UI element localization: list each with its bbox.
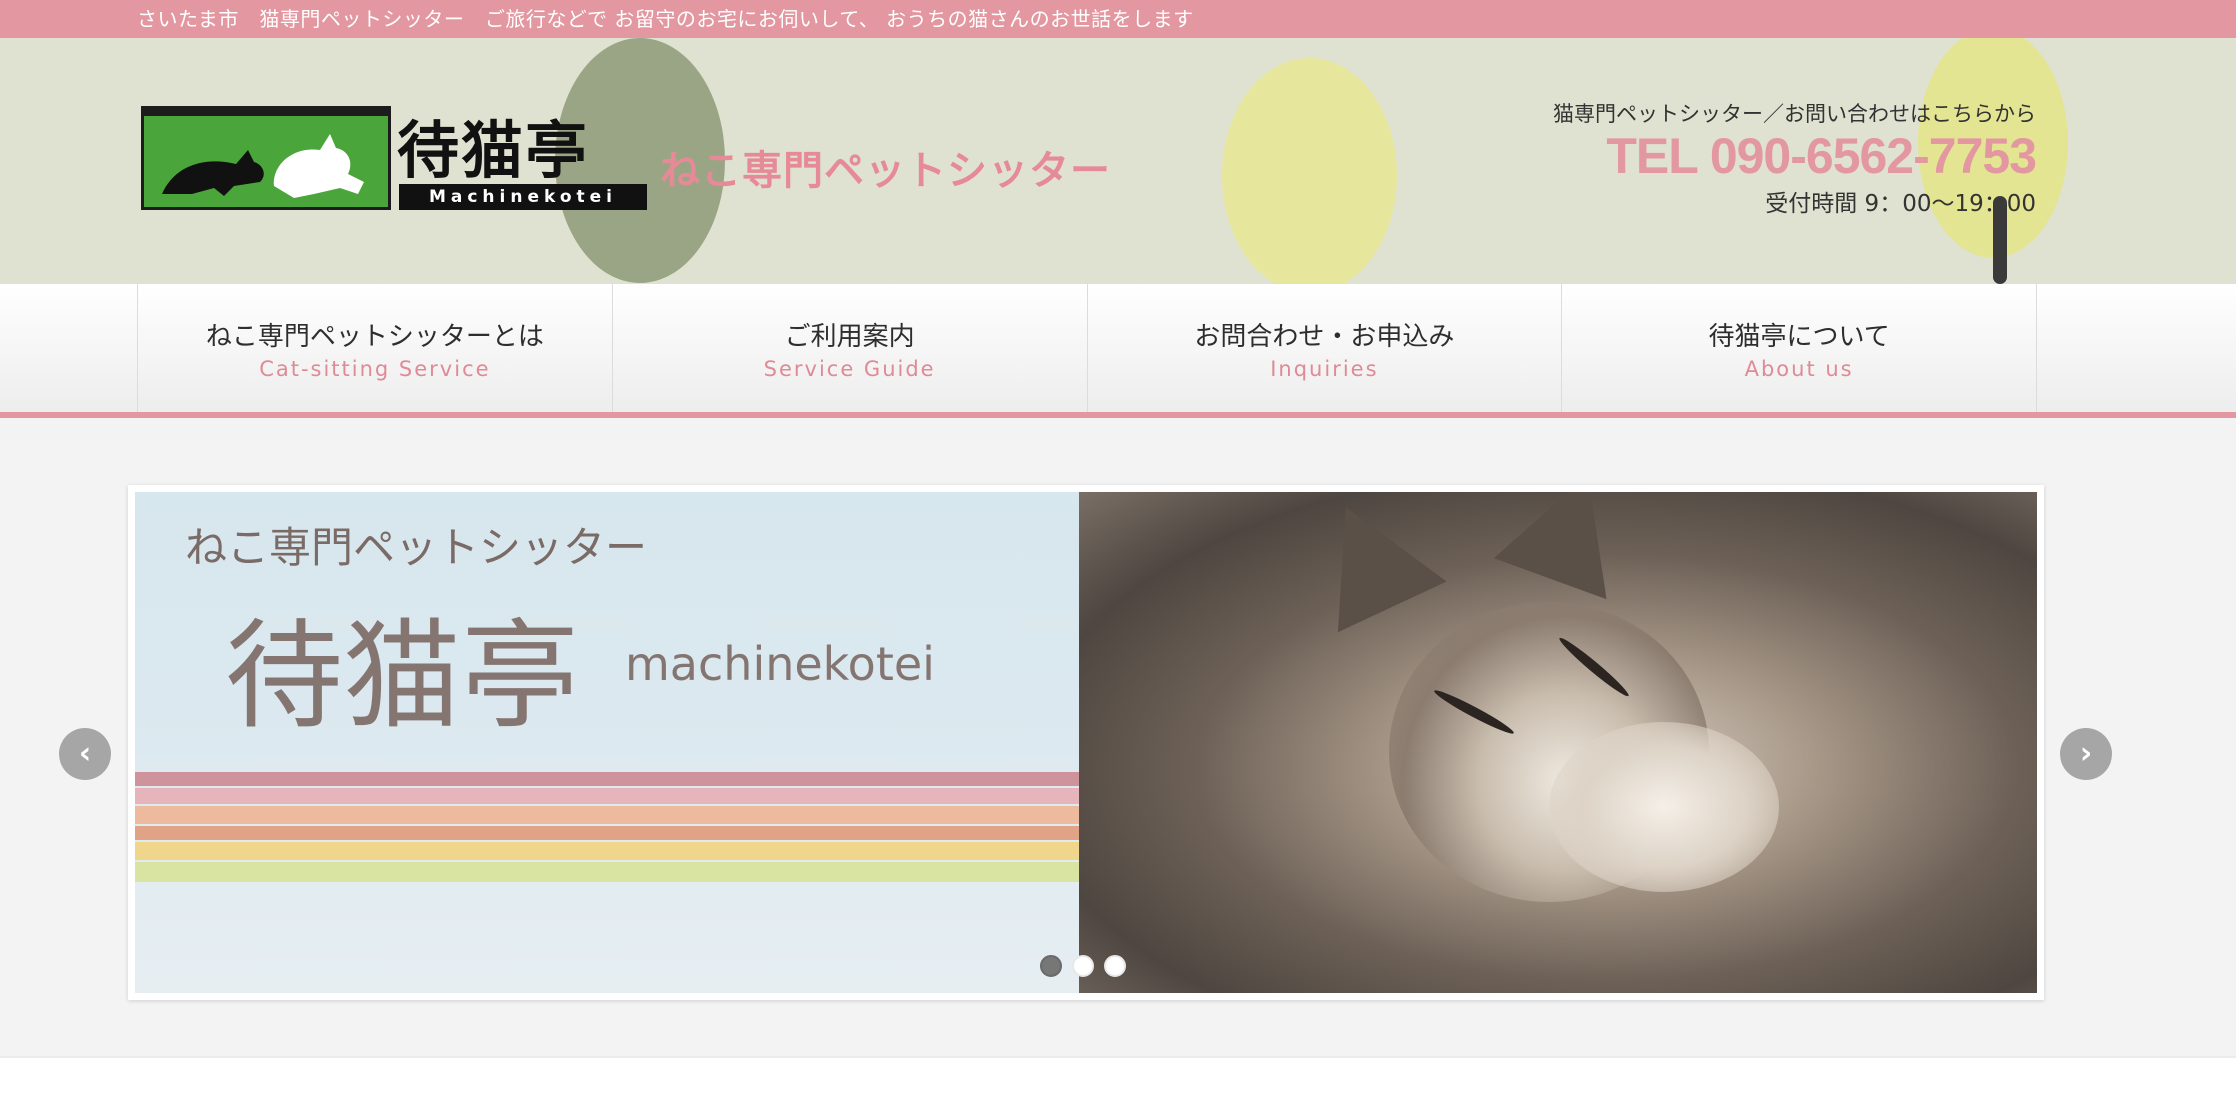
top-info-bar: さいたま市 猫専門ペットシッター ご旅行などで お留守のお宅にお伺いして、 おう… [0, 0, 2236, 38]
nav-label-en: Cat-sitting Service [259, 356, 491, 381]
nav-item-inquiries[interactable]: お問合わせ・お申込み Inquiries [1088, 284, 1563, 412]
chevron-right-icon: › [2079, 736, 2093, 771]
site-logo[interactable]: 待猫亭 Machinekotei [141, 106, 647, 212]
kitten-paw [1549, 722, 1779, 892]
logo-title: 待猫亭 [397, 114, 590, 187]
watercolor-stripe [135, 806, 1079, 824]
site-header: 待猫亭 Machinekotei ねこ専門ペットシッター 猫専門ペットシッター／… [0, 38, 2236, 284]
watercolor-stripe [135, 826, 1079, 840]
slide-banner-left: ねこ専門ペットシッター 待猫亭 machinekotei [135, 492, 1079, 993]
hero-slider: ねこ専門ペットシッター 待猫亭 machinekotei [128, 485, 2044, 1000]
slider-dot-1[interactable] [1040, 955, 1062, 977]
slide-romaji: machinekotei [625, 637, 935, 691]
nav-label-ja: ご利用案内 [784, 321, 915, 352]
phone-number-link[interactable]: TEL 090-6562-7753 [1553, 128, 2037, 184]
nav-label-en: Inquiries [1270, 356, 1379, 381]
watercolor-stripe [135, 788, 1079, 804]
slider-next-button[interactable]: › [2060, 728, 2112, 780]
nav-label-en: Service Guide [763, 356, 936, 381]
slider-dot-3[interactable] [1104, 955, 1126, 977]
nav-label-ja: お問合わせ・お申込み [1194, 321, 1455, 352]
kitten-ear [1493, 492, 1645, 600]
watercolor-stripe [135, 862, 1079, 882]
top-info-text: さいたま市 猫専門ペットシッター ご旅行などで お留守のお宅にお伺いして、 おう… [137, 7, 1194, 31]
nav-item-service-guide[interactable]: ご利用案内 Service Guide [613, 284, 1088, 412]
business-hours: 受付時間 9：00〜19：00 [1765, 191, 2036, 217]
logo-subtitle: Machinekotei [399, 184, 647, 210]
cats-illustration-icon [162, 134, 364, 198]
global-nav: ねこ専門ペットシッターとは Cat-sitting Service ご利用案内 … [0, 284, 2236, 418]
watercolor-stripe [135, 842, 1079, 860]
slide-kicker: ねこ専門ペットシッター [185, 523, 648, 572]
slider-pagination [1040, 955, 1126, 977]
kitten-ear [1291, 492, 1447, 633]
slide-title: 待猫亭 [225, 607, 580, 745]
nav-label-ja: 待猫亭について [1708, 321, 1890, 352]
slider-dot-2[interactable] [1072, 955, 1094, 977]
decor-blob-yellow [1222, 58, 1397, 284]
nav-label-ja: ねこ専門ペットシッターとは [205, 321, 544, 352]
nav-item-cat-sitting-service[interactable]: ねこ専門ペットシッターとは Cat-sitting Service [138, 284, 613, 412]
logo-cat-banner [141, 106, 391, 210]
header-tagline: ねこ専門ペットシッター [660, 148, 1111, 194]
contact-block: 猫専門ペットシッター／お問い合わせはこちらから TEL 090-6562-775… [1553, 98, 2037, 218]
kitten-photo [1079, 492, 2037, 993]
hero-slide[interactable]: ねこ専門ペットシッター 待猫亭 machinekotei [135, 492, 2037, 993]
chevron-left-icon: ‹ [78, 736, 92, 771]
contact-lead: 猫専門ペットシッター／お問い合わせはこちらから [1553, 102, 2036, 126]
nav-item-about-us[interactable]: 待猫亭について About us [1562, 284, 2037, 412]
watercolor-stripe [135, 772, 1079, 786]
nav-label-en: About us [1744, 356, 1854, 381]
slider-prev-button[interactable]: ‹ [59, 728, 111, 780]
nav-items: ねこ専門ペットシッターとは Cat-sitting Service ご利用案内 … [137, 284, 2037, 412]
